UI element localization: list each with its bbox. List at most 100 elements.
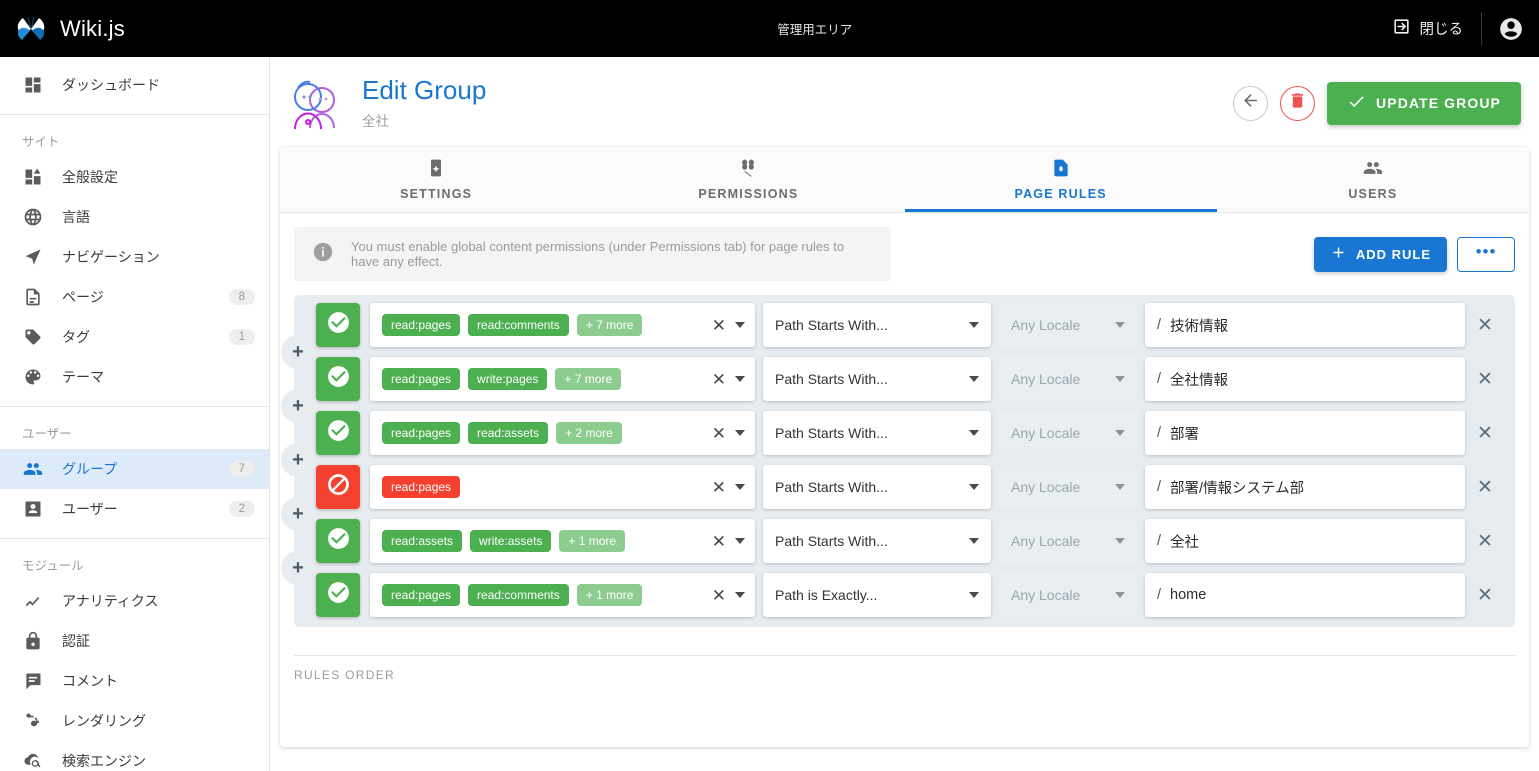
permissions-actions: ✕ (704, 317, 745, 334)
rule-path-input[interactable]: / 全社情報 (1145, 357, 1465, 401)
update-group-button[interactable]: UPDATE GROUP (1327, 82, 1521, 125)
sidebar-item-search-engine[interactable]: 検索エンジン (0, 741, 269, 771)
sidebar-item-users[interactable]: ユーザー 2 (0, 489, 269, 529)
delete-rule-button[interactable]: ✕ (1465, 584, 1505, 607)
rule-path-value: 全社情報 (1170, 369, 1228, 390)
rule-match-select[interactable]: Path is Exactly... (763, 573, 991, 617)
general-icon (22, 166, 44, 188)
permission-chip: read:pages (382, 422, 460, 444)
clear-permissions-icon[interactable]: ✕ (712, 587, 726, 604)
global-permissions-notice: You must enable global content permissio… (294, 227, 891, 281)
rule-permissions-select[interactable]: read:pages read:comments + 1 more ✕ (370, 573, 755, 617)
clear-permissions-icon[interactable]: ✕ (712, 533, 726, 550)
clear-permissions-icon[interactable]: ✕ (712, 479, 726, 496)
sidebar-item-rendering[interactable]: レンダリング (0, 701, 269, 741)
tab-settings[interactable]: SETTINGS (280, 147, 592, 212)
rule-locale-select[interactable]: Any Locale (999, 465, 1137, 509)
settings-icon (426, 158, 446, 181)
rule-row: read:pages read:comments + 1 more ✕ Path… (304, 573, 1505, 617)
rule-match-select[interactable]: Path Starts With... (763, 303, 991, 347)
chevron-down-icon[interactable] (735, 376, 745, 382)
chevron-down-icon[interactable] (735, 592, 745, 598)
delete-rule-button[interactable]: ✕ (1465, 314, 1505, 337)
rule-permissions-select[interactable]: read:pages write:pages + 7 more ✕ (370, 357, 755, 401)
rule-permissions-select[interactable]: read:pages ✕ (370, 465, 755, 509)
delete-rule-button[interactable]: ✕ (1465, 368, 1505, 391)
sidebar-item-dashboard[interactable]: ダッシュボード (0, 65, 269, 105)
sidebar-item-comments[interactable]: コメント (0, 661, 269, 701)
tab-bar: SETTINGS PERMISSIONS PAGE RULES USERS (280, 147, 1529, 213)
sidebar-item-label: タグ (62, 327, 211, 347)
account-button[interactable] (1482, 0, 1539, 57)
rule-mode-toggle[interactable] (316, 519, 360, 563)
rule-match-select[interactable]: Path Starts With... (763, 519, 991, 563)
rule-mode-toggle[interactable] (316, 465, 360, 509)
rule-permissions-select[interactable]: read:pages read:comments + 7 more ✕ (370, 303, 755, 347)
close-button[interactable]: 閉じる (1374, 0, 1482, 57)
back-button[interactable] (1233, 86, 1268, 121)
rule-locale-select[interactable]: Any Locale (999, 519, 1137, 563)
delete-rule-button[interactable]: ✕ (1465, 476, 1505, 499)
permission-chip-more: + 7 more (555, 368, 621, 390)
rule-row: read:pages read:assets + 2 more ✕ Path S… (304, 411, 1505, 455)
rule-mode-toggle[interactable] (316, 411, 360, 455)
update-group-label: UPDATE GROUP (1376, 95, 1501, 111)
sidebar-item-pages[interactable]: ページ 8 (0, 277, 269, 317)
clear-permissions-icon[interactable]: ✕ (712, 425, 726, 442)
chevron-down-icon[interactable] (735, 484, 745, 490)
page-icon (22, 286, 44, 308)
rule-match-select[interactable]: Path Starts With... (763, 465, 991, 509)
rule-mode-toggle[interactable] (316, 303, 360, 347)
sidebar-item-navigation[interactable]: ナビゲーション (0, 237, 269, 277)
delete-rule-button[interactable]: ✕ (1465, 530, 1505, 553)
sidebar: ダッシュボード サイト 全般設定 言語 ナビゲーション ページ 8 タグ 1 (0, 57, 270, 771)
rule-permissions-select[interactable]: read:pages read:assets + 2 more ✕ (370, 411, 755, 455)
sidebar-item-label: グループ (62, 459, 211, 479)
rule-path-input[interactable]: / home (1145, 573, 1465, 617)
sidebar-item-theme[interactable]: テーマ (0, 357, 269, 397)
page-rules-panel: You must enable global content permissio… (280, 213, 1529, 641)
sidebar-item-analytics[interactable]: アナリティクス (0, 581, 269, 621)
delete-rule-button[interactable]: ✕ (1465, 422, 1505, 445)
rule-path-input[interactable]: / 部署/情報システム部 (1145, 465, 1465, 509)
rule-locale-select[interactable]: Any Locale (999, 303, 1137, 347)
clear-permissions-icon[interactable]: ✕ (712, 317, 726, 334)
rules-order-label: RULES ORDER (294, 656, 1515, 682)
sidebar-item-tags[interactable]: タグ 1 (0, 317, 269, 357)
sidebar-item-label: ユーザー (62, 499, 211, 519)
user-icon (22, 498, 44, 520)
tab-permissions[interactable]: PERMISSIONS (592, 147, 904, 212)
delete-group-button[interactable] (1280, 86, 1315, 121)
chevron-down-icon[interactable] (735, 538, 745, 544)
chevron-down-icon[interactable] (735, 430, 745, 436)
rule-permissions-select[interactable]: read:assets write:assets + 1 more ✕ (370, 519, 755, 563)
rule-locale-select[interactable]: Any Locale (999, 411, 1137, 455)
users-icon (1363, 158, 1383, 181)
sidebar-item-locale[interactable]: 言語 (0, 197, 269, 237)
sidebar-item-general[interactable]: 全般設定 (0, 157, 269, 197)
deny-circle-icon (326, 472, 351, 502)
tab-users[interactable]: USERS (1217, 147, 1529, 212)
rule-mode-toggle[interactable] (316, 573, 360, 617)
sidebar-item-auth[interactable]: 認証 (0, 621, 269, 661)
brand[interactable]: Wiki.js (0, 14, 256, 44)
rule-locale-select[interactable]: Any Locale (999, 357, 1137, 401)
tab-page-rules[interactable]: PAGE RULES (905, 147, 1217, 212)
rule-path-input[interactable]: / 部署 (1145, 411, 1465, 455)
chevron-down-icon[interactable] (735, 322, 745, 328)
rule-locale-select[interactable]: Any Locale (999, 573, 1137, 617)
sidebar-item-label: 言語 (62, 207, 255, 227)
clear-permissions-icon[interactable]: ✕ (712, 371, 726, 388)
add-rule-button[interactable]: ADD RULE (1314, 237, 1447, 272)
rule-mode-toggle[interactable] (316, 357, 360, 401)
rule-path-input[interactable]: / 技術情報 (1145, 303, 1465, 347)
group-avatar (284, 72, 346, 134)
rule-row: read:pages read:comments + 7 more ✕ Path… (304, 303, 1505, 347)
more-options-button[interactable]: ••• (1457, 237, 1515, 272)
path-prefix: / (1157, 587, 1161, 603)
rule-match-select[interactable]: Path Starts With... (763, 411, 991, 455)
check-icon (1347, 92, 1366, 114)
sidebar-item-groups[interactable]: グループ 7 (0, 449, 269, 489)
rule-match-select[interactable]: Path Starts With... (763, 357, 991, 401)
rule-path-input[interactable]: / 全社 (1145, 519, 1465, 563)
